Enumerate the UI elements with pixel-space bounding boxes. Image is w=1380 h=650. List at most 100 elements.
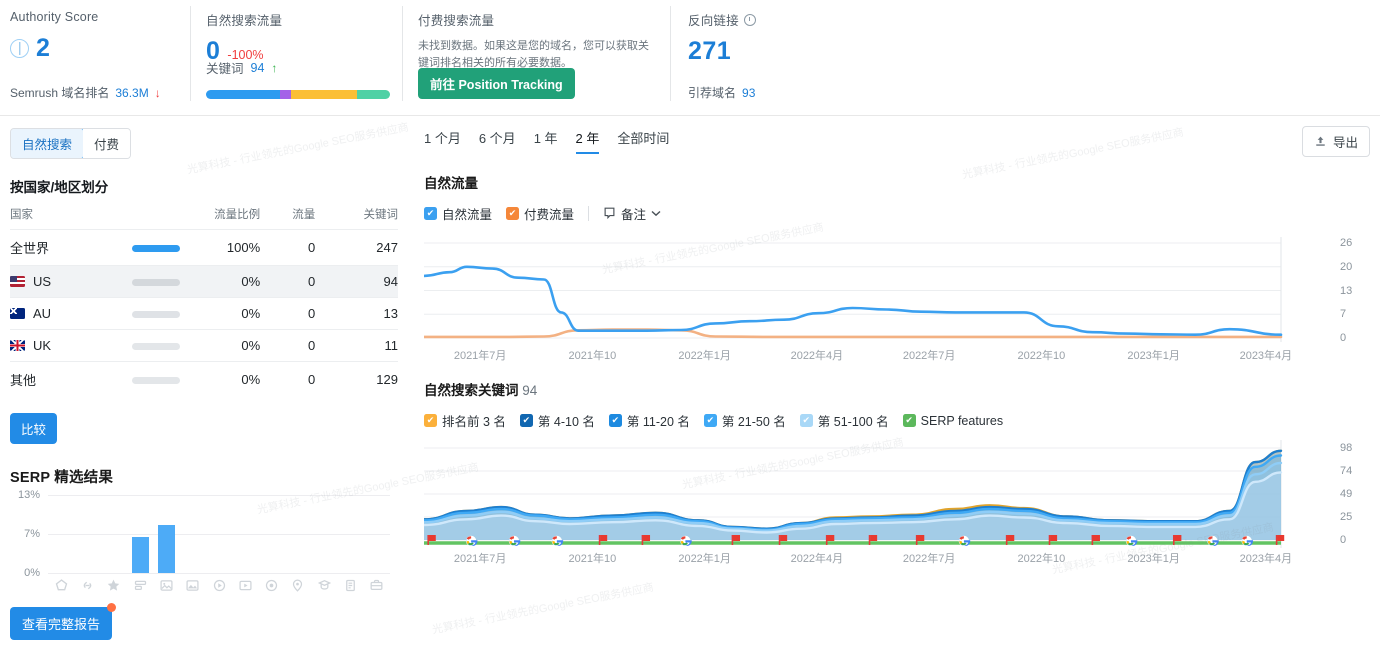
full-report-button[interactable]: 查看完整报告 (10, 607, 112, 640)
jobs-icon[interactable] (364, 578, 390, 593)
traffic-type-tabs[interactable]: 自然搜索付费 (10, 128, 131, 159)
semrush-rank-label: Semrush 域名排名 (10, 84, 109, 101)
period-tab-0[interactable]: 1 个月 (424, 128, 461, 154)
serp-bar-slot-2[interactable] (101, 495, 127, 573)
checkbox-icon[interactable]: ✔ (800, 414, 813, 427)
x-tick: 2022年4月 (761, 347, 873, 363)
serp-bar-slot-8[interactable] (259, 495, 285, 573)
keyword-bar-segment-3 (357, 90, 390, 99)
cell-traffic[interactable]: 0 (260, 330, 315, 362)
series-自然流量 (424, 267, 1281, 335)
table-row[interactable]: 全世界100%0247 (10, 230, 398, 266)
serp-bar-slot-10[interactable] (311, 495, 337, 573)
keyword-distribution-bar (206, 90, 390, 99)
checkbox-icon[interactable]: ✔ (424, 414, 437, 427)
export-button[interactable]: 导出 (1302, 126, 1370, 157)
legend-label: 第 4-10 名 (538, 411, 595, 430)
checkbox-icon[interactable]: ✔ (520, 414, 533, 427)
sitelinks-icon[interactable] (74, 578, 100, 593)
share-bar (132, 279, 180, 286)
cell-traffic[interactable]: 0 (260, 266, 315, 298)
kw-legend-item-4[interactable]: ✔第 51-100 名 (800, 411, 889, 430)
video-preview-icon[interactable] (232, 578, 258, 593)
cell-keywords[interactable]: 11 (315, 330, 398, 362)
table-row[interactable]: AU0%013 (10, 298, 398, 330)
local-pack-icon[interactable] (285, 578, 311, 593)
image-pack-icon[interactable] (153, 578, 179, 593)
checkbox-icon[interactable]: ✔ (704, 414, 717, 427)
country-name: 其他 (10, 373, 36, 388)
keyword-bar-segment-0 (206, 90, 280, 99)
checkbox-icon[interactable]: ✔ (424, 207, 437, 220)
keywords-row: 关键词 94 ↑ (206, 58, 277, 77)
carousel-icon[interactable] (127, 578, 153, 593)
play-icon[interactable] (259, 578, 285, 593)
serp-bar-slot-9[interactable] (285, 495, 311, 573)
table-row[interactable]: US0%094 (10, 266, 398, 298)
period-tab-4[interactable]: 全部时间 (617, 128, 669, 154)
cell-keywords[interactable]: 13 (315, 298, 398, 330)
checkbox-icon[interactable]: ✔ (609, 414, 622, 427)
kw-legend-item-0[interactable]: ✔排名前 3 名 (424, 411, 506, 430)
x-tick: 2022年1月 (649, 550, 761, 566)
period-tab-2[interactable]: 1 年 (534, 128, 558, 154)
keyword-chart-legend[interactable]: ✔排名前 3 名✔第 4-10 名✔第 11-20 名✔第 21-50 名✔第 … (424, 411, 1370, 430)
serp-bar-slot-1[interactable] (74, 495, 100, 573)
traffic-chart-y-axis: 07132026 (1330, 237, 1370, 363)
serp-bar-slot-5[interactable] (180, 495, 206, 573)
cell-traffic[interactable]: 0 (260, 298, 315, 330)
cell-share: 100% (180, 230, 260, 266)
organic-traffic-card: 自然搜索流量 0 -100% 关键词 94 ↑ (190, 0, 402, 115)
serp-bar-slot-6[interactable] (206, 495, 232, 573)
backlinks-title: 反向链接 (688, 10, 894, 29)
traffic-tab-1[interactable]: 付费 (83, 129, 130, 158)
serp-bar-slot-12[interactable] (364, 495, 390, 573)
period-tab-3[interactable]: 2 年 (576, 128, 600, 154)
right-panel: 1 个月 6 个月 1 年 2 年全部时间 导出 自然流量 ✔ 自然流量 ✔付费流量 备注 (410, 116, 1380, 650)
knowledge-panel-icon[interactable] (311, 578, 337, 593)
reviews-icon[interactable] (101, 578, 127, 593)
period-tabs[interactable]: 1 个月 6 个月 1 年 2 年全部时间 (424, 128, 1370, 154)
traffic-legend-items[interactable]: ✔ 自然流量 ✔付费流量 (424, 204, 574, 223)
line-第 11-20 名 (424, 456, 1281, 530)
col-header-2: 流量 (260, 206, 315, 230)
serp-bar[interactable] (132, 537, 149, 573)
chevron-down-icon (651, 210, 661, 217)
serp-bar-slot-11[interactable] (337, 495, 363, 573)
table-row[interactable]: UK0%011 (10, 330, 398, 362)
legend-label: SERP features (921, 414, 1003, 428)
serp-bar-slot-0[interactable] (48, 495, 74, 573)
checkbox-icon[interactable]: ✔ (506, 207, 519, 220)
x-tick: 2021年7月 (424, 550, 536, 566)
country-table-body: 全世界100%0247US0%094AU0%013UK0%011其他0%0129 (10, 230, 398, 398)
legend-label: 第 11-20 名 (627, 411, 690, 430)
video-icon[interactable] (206, 578, 232, 593)
y-tick: 25 (1340, 511, 1352, 523)
kw-legend-item-5[interactable]: ✔ SERP features (903, 414, 1003, 428)
serp-bar-slot-4[interactable] (153, 495, 179, 573)
legend-label: 自然流量 (442, 204, 492, 223)
image-icon[interactable] (180, 578, 206, 593)
serp-bar-slot-3[interactable] (127, 495, 153, 573)
traffic-tab-0[interactable]: 自然搜索 (10, 128, 84, 159)
authority-score-title: Authority Score (10, 10, 174, 24)
serp-bars (48, 495, 390, 573)
kw-legend-item-1[interactable]: ✔ 第 4-10 名 (520, 411, 595, 430)
checkbox-icon[interactable]: ✔ (903, 414, 916, 427)
kw-legend-item-2[interactable]: ✔ 第 11-20 名 (609, 411, 690, 430)
serp-bar-slot-7[interactable] (232, 495, 258, 573)
serp-bar[interactable] (158, 525, 175, 573)
keyword-chart-plot (424, 440, 1329, 548)
traffic-legend-item-0[interactable]: ✔ 自然流量 (424, 204, 492, 223)
faq-icon[interactable] (337, 578, 363, 593)
position-tracking-button[interactable]: 前往 Position Tracking (418, 68, 575, 99)
period-tab-1[interactable]: 6 个月 (479, 128, 516, 154)
compare-button[interactable]: 比较 (10, 413, 57, 444)
notes-dropdown[interactable]: 备注 (603, 204, 661, 223)
cell-keywords[interactable]: 94 (315, 266, 398, 298)
traffic-legend-item-1[interactable]: ✔付费流量 (506, 204, 574, 223)
featured-snippet-icon[interactable] (48, 578, 74, 593)
traffic-chart-svg-wrap (424, 237, 1370, 342)
table-row[interactable]: 其他0%0129 (10, 362, 398, 398)
kw-legend-item-3[interactable]: ✔第 21-50 名 (704, 411, 786, 430)
